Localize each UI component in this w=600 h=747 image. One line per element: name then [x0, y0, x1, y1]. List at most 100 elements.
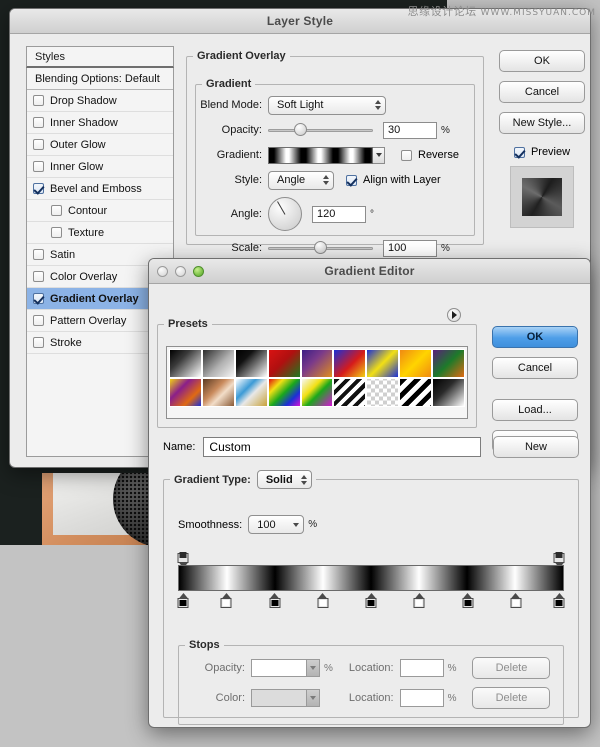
opacity-stop-marker[interactable]: [178, 549, 189, 563]
opacity-stop-marker[interactable]: [554, 549, 565, 563]
stop-opacity-input[interactable]: [251, 659, 307, 677]
effect-checkbox[interactable]: [51, 227, 62, 238]
angle-unit: °: [370, 209, 374, 220]
scale-slider-knob[interactable]: [314, 241, 327, 254]
align-with-layer-checkbox-box[interactable]: [346, 175, 357, 186]
color-stop-marker[interactable]: [317, 593, 328, 608]
preset-swatch[interactable]: [169, 378, 202, 407]
effect-row[interactable]: Texture: [27, 222, 173, 244]
minimize-icon[interactable]: [175, 266, 186, 277]
preset-swatch[interactable]: [268, 349, 301, 378]
angle-dial[interactable]: [268, 197, 302, 231]
effect-row[interactable]: Contour: [27, 200, 173, 222]
delete-opacity-stop-button[interactable]: Delete: [472, 657, 550, 679]
scale-input[interactable]: 100: [383, 240, 437, 257]
color-stop-marker[interactable]: [414, 593, 425, 608]
zoom-icon[interactable]: [193, 266, 204, 277]
reverse-checkbox-box[interactable]: [401, 150, 412, 161]
effect-row[interactable]: Inner Glow: [27, 156, 173, 178]
stop-color-chevron-down-icon[interactable]: [306, 689, 320, 707]
color-stop-marker[interactable]: [221, 593, 232, 608]
preview-checkbox[interactable]: Preview: [499, 146, 585, 158]
preset-swatch[interactable]: [366, 378, 399, 407]
gradient-name-input[interactable]: Custom: [203, 437, 481, 457]
effect-row[interactable]: Outer Glow: [27, 134, 173, 156]
gradient-editor-titlebar[interactable]: Gradient Editor: [149, 259, 590, 284]
color-stop-marker[interactable]: [269, 593, 280, 608]
new-gradient-button[interactable]: New: [493, 436, 579, 458]
style-select[interactable]: Angle: [268, 171, 334, 190]
effect-checkbox[interactable]: [33, 183, 44, 194]
blend-mode-label: Blend Mode:: [196, 99, 268, 111]
opacity-slider-knob[interactable]: [294, 123, 307, 136]
smoothness-select[interactable]: 100: [248, 515, 304, 534]
color-stop-marker[interactable]: [510, 593, 521, 608]
gradient-type-select[interactable]: Solid: [257, 470, 312, 489]
preset-swatch[interactable]: [432, 378, 465, 407]
preset-swatch[interactable]: [399, 349, 432, 378]
stop-opacity-location-input[interactable]: [400, 659, 444, 677]
effect-checkbox[interactable]: [51, 205, 62, 216]
styles-header[interactable]: Styles: [26, 46, 174, 68]
blending-options-row[interactable]: Blending Options: Default: [27, 68, 173, 90]
preset-swatch[interactable]: [333, 378, 366, 407]
layer-style-cancel-button[interactable]: Cancel: [499, 81, 585, 103]
stop-color-swatch[interactable]: [251, 689, 307, 707]
gradient-preview-swatch[interactable]: [268, 147, 373, 164]
preset-swatch[interactable]: [202, 349, 235, 378]
gradient-editor-cancel-button[interactable]: Cancel: [492, 357, 578, 379]
color-stop-marker[interactable]: [462, 593, 473, 608]
effect-label: Texture: [68, 227, 104, 239]
new-style-button[interactable]: New Style...: [499, 112, 585, 134]
close-icon[interactable]: [157, 266, 168, 277]
delete-color-stop-button[interactable]: Delete: [472, 687, 550, 709]
effect-checkbox[interactable]: [33, 95, 44, 106]
presets-flyout-menu-icon[interactable]: [447, 308, 461, 322]
opacity-input[interactable]: 30: [383, 122, 437, 139]
preset-swatch[interactable]: [235, 349, 268, 378]
preset-swatch[interactable]: [301, 378, 334, 407]
layer-style-ok-button[interactable]: OK: [499, 50, 585, 72]
preset-swatch[interactable]: [301, 349, 334, 378]
stop-color-location-input[interactable]: [400, 689, 444, 707]
gradient-picker-chevron-down-icon[interactable]: [373, 147, 385, 164]
preset-swatch[interactable]: [399, 378, 432, 407]
align-with-layer-checkbox[interactable]: Align with Layer: [346, 174, 441, 186]
opacity-slider[interactable]: [268, 123, 373, 137]
blend-mode-select[interactable]: Soft Light: [268, 96, 386, 115]
color-stop-marker[interactable]: [178, 593, 189, 608]
preview-checkbox-box[interactable]: [514, 147, 525, 158]
preset-swatch[interactable]: [169, 349, 202, 378]
opacity-stops-track[interactable]: [178, 549, 564, 563]
effect-row[interactable]: Bevel and Emboss: [27, 178, 173, 200]
effect-checkbox[interactable]: [33, 161, 44, 172]
preset-swatch[interactable]: [432, 349, 465, 378]
preset-swatch[interactable]: [202, 378, 235, 407]
preset-swatch[interactable]: [268, 378, 301, 407]
presets-list[interactable]: [166, 346, 468, 419]
effect-label: Satin: [50, 249, 75, 261]
effect-checkbox[interactable]: [33, 271, 44, 282]
preset-swatch[interactable]: [235, 378, 268, 407]
effect-checkbox[interactable]: [33, 139, 44, 150]
effect-row[interactable]: Drop Shadow: [27, 90, 173, 112]
effect-row[interactable]: Inner Shadow: [27, 112, 173, 134]
effect-checkbox[interactable]: [33, 117, 44, 128]
color-stops-track[interactable]: [178, 593, 564, 609]
gradient-type-group: Gradient Type: Solid Smoothness: 100 %: [163, 470, 579, 718]
effect-checkbox[interactable]: [33, 293, 44, 304]
effect-checkbox[interactable]: [33, 249, 44, 260]
gradient-bar[interactable]: [178, 565, 564, 591]
preset-swatch[interactable]: [333, 349, 366, 378]
angle-input[interactable]: 120: [312, 206, 366, 223]
reverse-checkbox[interactable]: Reverse: [401, 149, 459, 161]
gradient-editor-ok-button[interactable]: OK: [492, 326, 578, 348]
load-button[interactable]: Load...: [492, 399, 578, 421]
preset-swatch[interactable]: [366, 349, 399, 378]
stop-opacity-chevron-down-icon[interactable]: [306, 659, 320, 677]
scale-slider[interactable]: [268, 241, 373, 255]
color-stop-marker[interactable]: [366, 593, 377, 608]
effect-checkbox[interactable]: [33, 315, 44, 326]
color-stop-marker[interactable]: [554, 593, 565, 608]
effect-checkbox[interactable]: [33, 337, 44, 348]
